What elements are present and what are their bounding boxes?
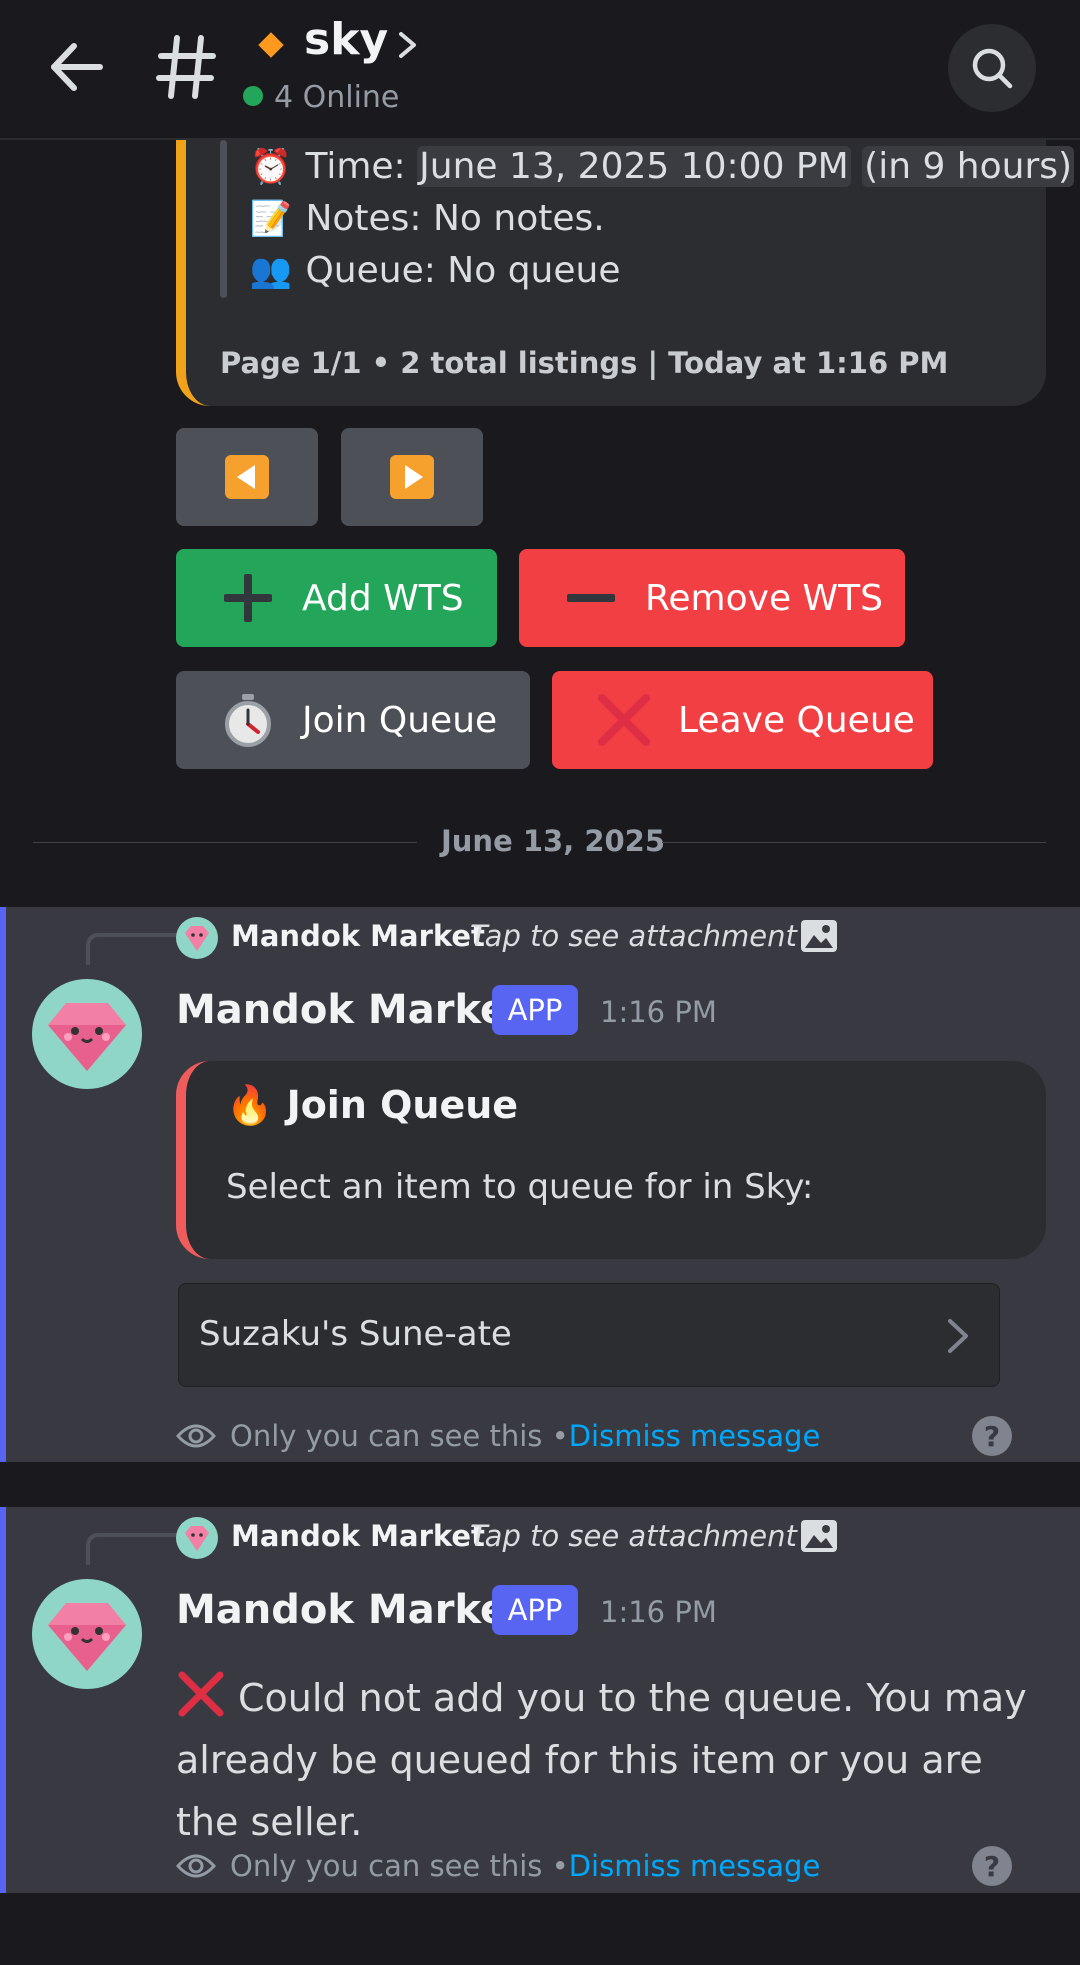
reply-avatar[interactable]: [176, 1517, 218, 1559]
embed-description: Select an item to queue for in Sky:: [226, 1167, 814, 1207]
author-avatar[interactable]: [32, 1579, 142, 1689]
fire-icon: 🔥: [226, 1083, 274, 1127]
select-value: Suzaku's Sune-ate: [199, 1314, 512, 1354]
add-wts-button[interactable]: Add WTS: [176, 549, 497, 647]
reply-author[interactable]: Mandok Market: [231, 1519, 485, 1553]
message-gap: [0, 1462, 1080, 1507]
queue-line: 👥 Queue: No queue: [249, 250, 621, 291]
join-queue-button[interactable]: Join Queue: [176, 671, 530, 769]
channel-header: sky 4 Online: [0, 0, 1080, 140]
author-name[interactable]: Mandok Market: [176, 1587, 526, 1633]
author-name[interactable]: Mandok Market: [176, 987, 526, 1033]
relative-time-chip[interactable]: (in 9 hours): [862, 146, 1075, 187]
embed-title: 🔥 Join Queue: [226, 1083, 519, 1127]
divider-line-left: [33, 842, 417, 843]
dismiss-message-link[interactable]: Dismiss message: [569, 1419, 821, 1453]
ephemeral-note: Only you can see this • Dismiss message: [176, 1849, 820, 1883]
minus-icon: [563, 570, 619, 626]
eye-icon: [176, 1854, 216, 1878]
chevron-right-icon[interactable]: [396, 30, 420, 60]
ephemeral-message-error: Mandok Market Tap to see attachment Mand…: [0, 1507, 1080, 1893]
image-icon: [800, 919, 838, 953]
left-arrow-icon: [225, 455, 269, 499]
ephemeral-message-join-queue: Mandok Market Tap to see attachment Mand…: [0, 907, 1080, 1462]
quote-bar: [220, 140, 227, 298]
next-page-button[interactable]: [341, 428, 483, 526]
message-time: 1:16 PM: [600, 1595, 717, 1629]
divider-line-right: [662, 842, 1046, 843]
reply-author[interactable]: Mandok Market: [231, 919, 485, 953]
red-x-icon: [596, 692, 652, 748]
people-icon: 👥: [249, 251, 293, 291]
prev-page-button[interactable]: [176, 428, 318, 526]
hash-icon: [155, 32, 217, 102]
message-time: 1:16 PM: [600, 995, 717, 1029]
diamond-icon: [258, 32, 284, 58]
dismiss-message-link[interactable]: Dismiss message: [569, 1849, 821, 1883]
help-icon[interactable]: ?: [972, 1846, 1012, 1886]
stopwatch-icon: [220, 692, 276, 748]
embed-footer: Page 1/1 • 2 total listings | Today at 1…: [220, 346, 949, 380]
reply-preview[interactable]: Tap to see attachment: [470, 919, 797, 953]
alarm-clock-icon: ⏰: [249, 147, 293, 187]
date-divider: June 13, 2025: [441, 824, 666, 858]
notes-line: 📝 Notes: No notes.: [249, 198, 605, 239]
app-badge: APP: [492, 1585, 578, 1635]
help-icon[interactable]: ?: [972, 1416, 1012, 1456]
eye-icon: [176, 1424, 216, 1448]
red-x-icon: [176, 1669, 226, 1719]
join-queue-embed: 🔥 Join Queue Select an item to queue for…: [176, 1061, 1046, 1259]
channel-name[interactable]: sky: [304, 14, 388, 65]
message-accent-bar: [0, 1507, 6, 1893]
reply-preview[interactable]: Tap to see attachment: [470, 1519, 797, 1553]
author-avatar[interactable]: [32, 979, 142, 1089]
plus-icon: [220, 570, 276, 626]
reply-avatar[interactable]: [176, 917, 218, 959]
back-arrow-icon[interactable]: [46, 36, 108, 98]
reply-connector: [86, 933, 178, 965]
chevron-right-icon: [947, 1318, 969, 1354]
message-accent-bar: [0, 907, 6, 1462]
image-icon: [800, 1519, 838, 1553]
search-icon: [972, 48, 1013, 89]
right-arrow-icon: [390, 455, 434, 499]
ephemeral-note: Only you can see this • Dismiss message: [176, 1419, 820, 1453]
remove-wts-button[interactable]: Remove WTS: [519, 549, 905, 647]
leave-queue-button[interactable]: Leave Queue: [552, 671, 933, 769]
online-count: 4 Online: [274, 80, 400, 115]
online-status-dot: [243, 86, 263, 106]
error-message: Could not add you to the queue. You may …: [176, 1667, 1056, 1853]
reply-connector: [86, 1533, 178, 1565]
app-badge: APP: [492, 985, 578, 1035]
item-select-menu[interactable]: Suzaku's Sune-ate: [178, 1283, 1000, 1387]
search-button[interactable]: [948, 24, 1036, 112]
time-line: ⏰ Time: June 13, 2025 10:00 PM (in 9 hou…: [249, 146, 1075, 187]
timestamp-chip[interactable]: June 13, 2025 10:00 PM: [417, 146, 851, 187]
memo-icon: 📝: [249, 199, 293, 239]
